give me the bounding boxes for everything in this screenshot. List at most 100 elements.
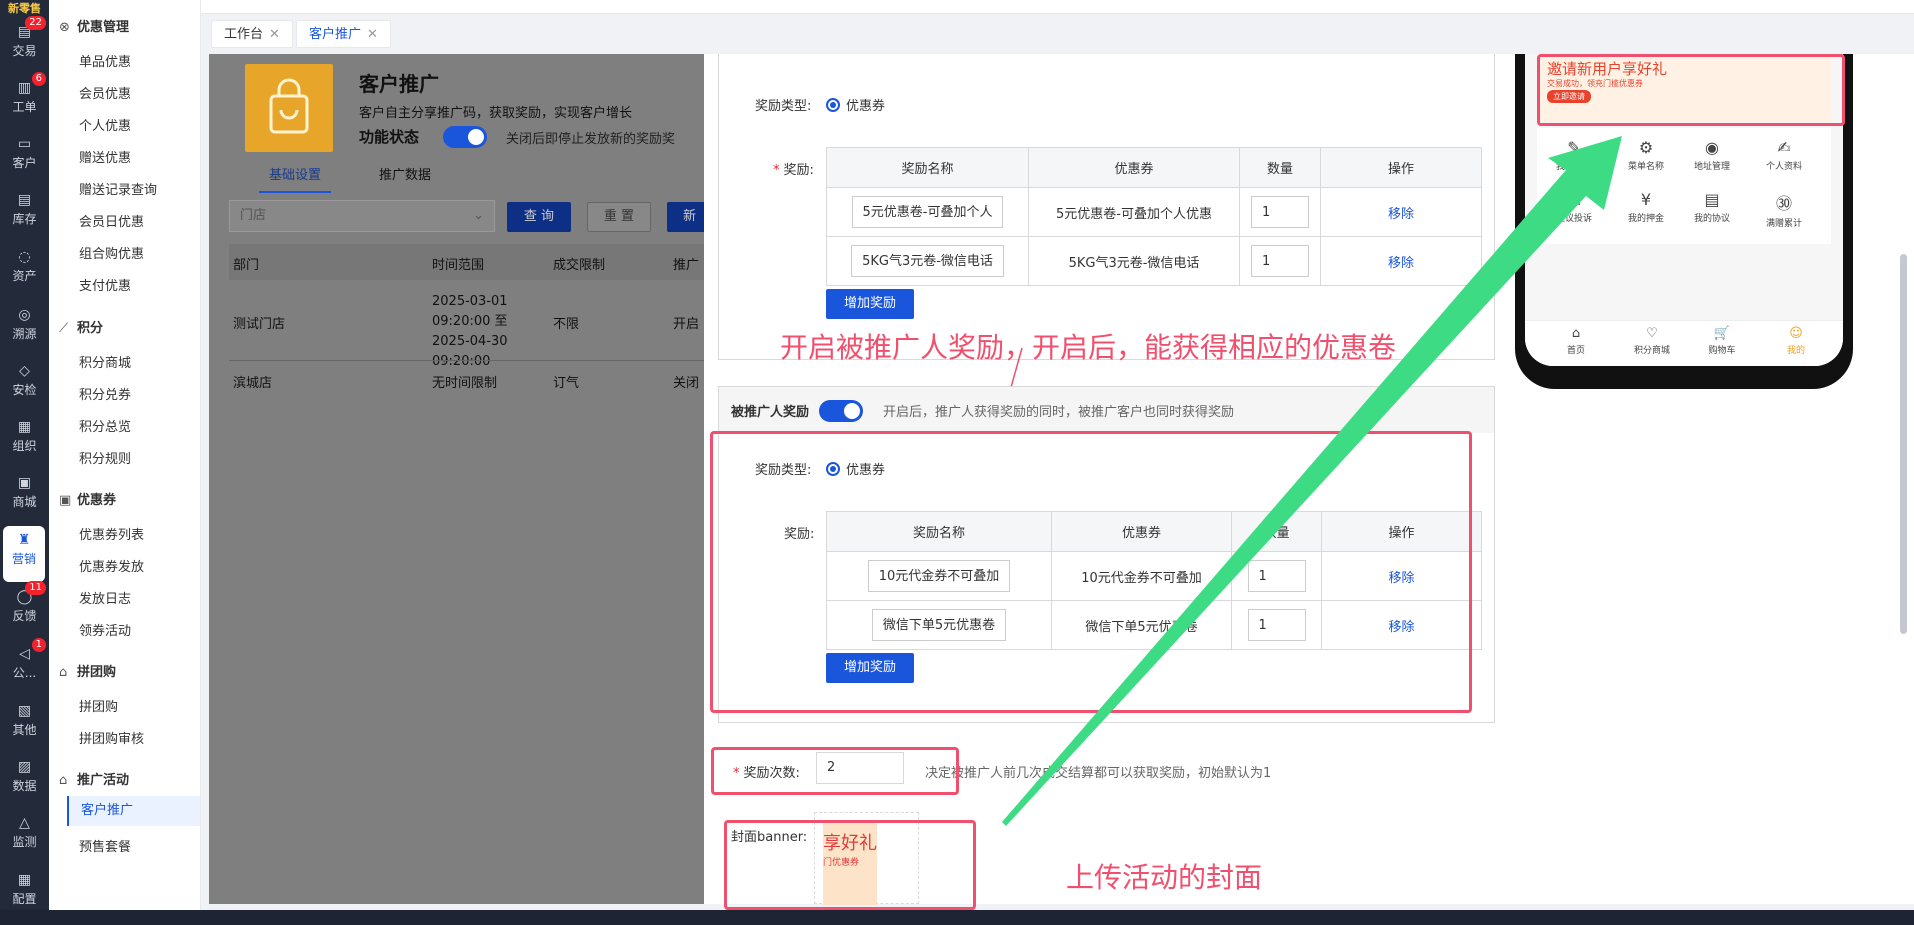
rail-item-5[interactable]: ◎ 溯源 [0,301,49,357]
tab-promotion-data[interactable]: 推广数据 [379,164,431,183]
rail-item-11[interactable]: ◁ 公... 1 [0,638,49,696]
menu-item-customer-promotion[interactable]: 客户推广 [67,796,200,826]
menu-group-points[interactable]: ⟋ 积分 [59,317,103,336]
menu-item[interactable]: 发放日志 [79,588,131,607]
page-description: 客户自主分享推广码，获取奖励，实现客户增长 [359,106,633,121]
rail-item-14[interactable]: △ 监测 [0,809,49,865]
scrollbar[interactable] [1900,254,1907,634]
menu-item[interactable]: 会员优惠 [79,83,131,102]
menu-item[interactable]: 积分规则 [79,448,131,467]
top-bar [201,0,1914,14]
menu-group-coupon[interactable]: ▣ 优惠券 [59,489,116,508]
trophy-icon: ♜ [17,532,31,548]
rail-item-8[interactable]: ▣ 商城 [0,469,49,525]
invitee-reward-toggle[interactable] [819,400,863,422]
reward-name-input[interactable]: 5元优惠卷-可叠加个人 [851,196,1004,228]
count-badge: 11 [25,581,46,595]
phone-grid-item[interactable]: ◉ 地址管理 [1677,138,1747,172]
annotation-highlight-box [724,820,976,910]
menu-item[interactable]: 积分总览 [79,416,131,435]
rail-item-label: 监测 [12,835,37,849]
annotation-arrow-icon [1002,136,1622,826]
rail-item-3[interactable]: ▤ 库存 [0,186,49,242]
close-icon[interactable]: ✕ [269,27,280,42]
col-state: 推广 [673,258,700,273]
menu-item[interactable]: 会员日优惠 [79,211,144,230]
row1-limit: 不限 [553,317,580,332]
phone-tab-item[interactable]: ☺ 我的 [1761,326,1831,356]
grid-item-icon: ◉ [1705,138,1719,157]
points-icon: ⟋ [59,321,69,336]
phone-tab-item[interactable]: 🛒 购物车 [1687,326,1757,356]
menu-item[interactable]: 支付优惠 [79,275,131,294]
brand-logo: 新零售 [8,2,41,15]
count-badge: 1 [31,638,46,652]
page-title: 客户推广 [359,72,439,96]
rail-item-label: 客户 [12,156,37,170]
menu-item[interactable]: 赠送记录查询 [79,179,157,198]
status-toggle[interactable] [443,126,487,148]
col-time: 时间范围 [432,258,485,273]
menu-item[interactable]: 优惠券列表 [79,524,144,543]
menu-group-discount[interactable]: ⊗ 优惠管理 [59,16,129,35]
radio-selected-icon [826,98,840,112]
annotation-upload-cover: 上传活动的封面 [1066,861,1263,894]
reward-type-radio[interactable]: 优惠券 [826,95,885,114]
menu-item[interactable]: 单品优惠 [79,51,131,70]
rail-item-2[interactable]: ▭ 客户 [0,130,49,186]
bulb-icon: ◌ [18,249,31,265]
customer-icon: ▭ [17,136,32,152]
close-icon[interactable]: ✕ [367,27,378,42]
col-dept: 部门 [233,258,260,273]
menu-item[interactable]: 领券活动 [79,620,131,639]
rail-item-6[interactable]: ◇ 安检 [0,357,49,413]
phone-grid-item[interactable]: ✍ 个人资料 [1749,138,1819,172]
store-select[interactable]: 门店 ⌄ [229,200,495,232]
grid-item-icon: ㉚ [1775,194,1792,213]
rail-item-12[interactable]: ▧ 其他 [0,697,49,753]
coupon-icon: ▣ [59,493,72,508]
other-icon: ▧ [17,703,32,719]
phone-grid-item[interactable]: ㉚满赠累计 [1749,190,1819,229]
rail-item-9[interactable]: ♜ 营销 [3,526,45,582]
org-icon: ▦ [17,419,32,435]
rail-item-label: 组织 [12,439,37,453]
new-button[interactable]: 新 增 [667,202,707,232]
count-badge: 22 [25,16,46,30]
phone-grid-item[interactable]: ▤ 我的协议 [1677,190,1747,224]
rail-item-label: 其他 [12,723,37,737]
count-badge: 6 [31,72,46,86]
menu-group-groupbuy[interactable]: ⌂ 拼团购 [59,661,116,680]
reward-name-input[interactable]: 5KG气3元卷-微信电话 [851,245,1004,277]
col-limit: 成交限制 [553,258,606,273]
rail-item-13[interactable]: ▨ 数据 [0,753,49,809]
promotion-icon: ⌂ [59,773,68,788]
tab-workbench[interactable]: 工作台 ✕ [211,20,293,48]
menu-group-promotion[interactable]: ⌂ 推广活动 [59,769,129,788]
menu-item[interactable]: 赠送优惠 [79,147,131,166]
menu-item-presale[interactable]: 预售套餐 [79,836,131,855]
status-hint: 关闭后即停止发放新的奖励奖 [506,132,676,147]
rail-item-10[interactable]: ◯ 反馈 11 [0,581,49,639]
rail-item-1[interactable]: ▥ 工单 6 [0,72,49,130]
menu-item[interactable]: 拼团购 [79,696,118,715]
store-icon: ▣ [17,475,32,491]
tab-customer-promotion[interactable]: 客户推广 ✕ [296,20,391,48]
rail-item-0[interactable]: ▤ 交易 22 [0,16,49,74]
tab-basic-settings[interactable]: 基础设置 [259,164,331,193]
rail-item-label: 反馈 [12,609,37,623]
menu-item[interactable]: 个人优惠 [79,115,131,134]
reset-button[interactable]: 重 置 [587,202,651,232]
grid-item-icon: ▤ [1704,190,1720,209]
query-button[interactable]: 查 询 [507,202,571,232]
shopping-bag-icon [245,64,333,152]
menu-item[interactable]: 积分兑券 [79,384,131,403]
menu-item[interactable]: 优惠券发放 [79,556,144,575]
rail-item-4[interactable]: ◌ 资产 [0,243,49,299]
rail-item-7[interactable]: ▦ 组织 [0,413,49,469]
add-reward-button-1[interactable]: 增加奖励 [826,289,914,319]
menu-item[interactable]: 积分商城 [79,352,131,371]
menu-item[interactable]: 拼团购审核 [79,728,144,747]
shield-icon: ◇ [19,363,30,379]
menu-item[interactable]: 组合购优惠 [79,243,144,262]
